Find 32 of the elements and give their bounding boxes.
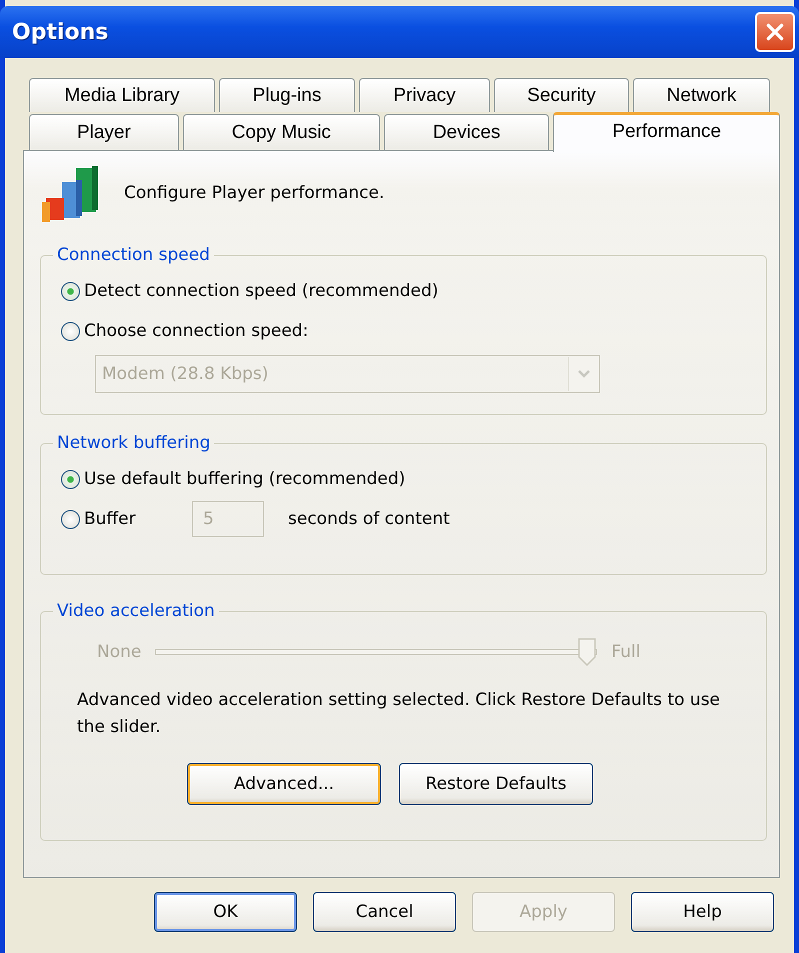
radio-button[interactable] xyxy=(61,510,80,528)
tab[interactable]: Player xyxy=(29,114,179,150)
radio-button[interactable] xyxy=(61,322,80,340)
dialog-button[interactable]: Help xyxy=(631,892,774,932)
tab[interactable]: Privacy xyxy=(359,78,490,112)
window-title: Options xyxy=(12,20,108,44)
seconds-label: seconds of content xyxy=(288,509,450,529)
acceleration-note: Advanced video acceleration setting selected. Click Restore Defaults to use the slider. xyxy=(76,689,722,739)
tab[interactable]: Devices xyxy=(384,114,550,150)
tab[interactable]: Security xyxy=(494,78,629,112)
intro-text: Configure Player performance. xyxy=(124,183,384,203)
slider-min-label: None xyxy=(97,642,142,662)
tab[interactable]: Media Library xyxy=(29,78,215,112)
group-title: Connection speed xyxy=(56,245,211,265)
tab[interactable]: Copy Music xyxy=(182,114,380,150)
slider-max-label: Full xyxy=(611,642,640,662)
tab[interactable]: Plug-ins xyxy=(219,78,355,112)
chevron-down-icon xyxy=(577,369,591,379)
group-title: Video acceleration xyxy=(56,601,216,621)
radio-button[interactable] xyxy=(61,282,80,300)
tab[interactable]: Network xyxy=(633,78,770,112)
radio-button[interactable] xyxy=(61,470,80,488)
group-title: Network buffering xyxy=(56,433,212,453)
close-button[interactable] xyxy=(755,12,795,52)
radio-label: Buffer xyxy=(84,509,137,529)
radio-label: Detect connection speed (recommended) xyxy=(84,281,438,301)
dialog-button[interactable]: Cancel xyxy=(313,892,456,932)
tab[interactable]: Performance xyxy=(553,112,780,152)
radio-label: Use default buffering (recommended) xyxy=(84,469,406,489)
radio-label: Choose connection speed: xyxy=(84,321,308,341)
dialog-button[interactable]: OK xyxy=(154,892,297,932)
close-icon xyxy=(764,21,786,43)
